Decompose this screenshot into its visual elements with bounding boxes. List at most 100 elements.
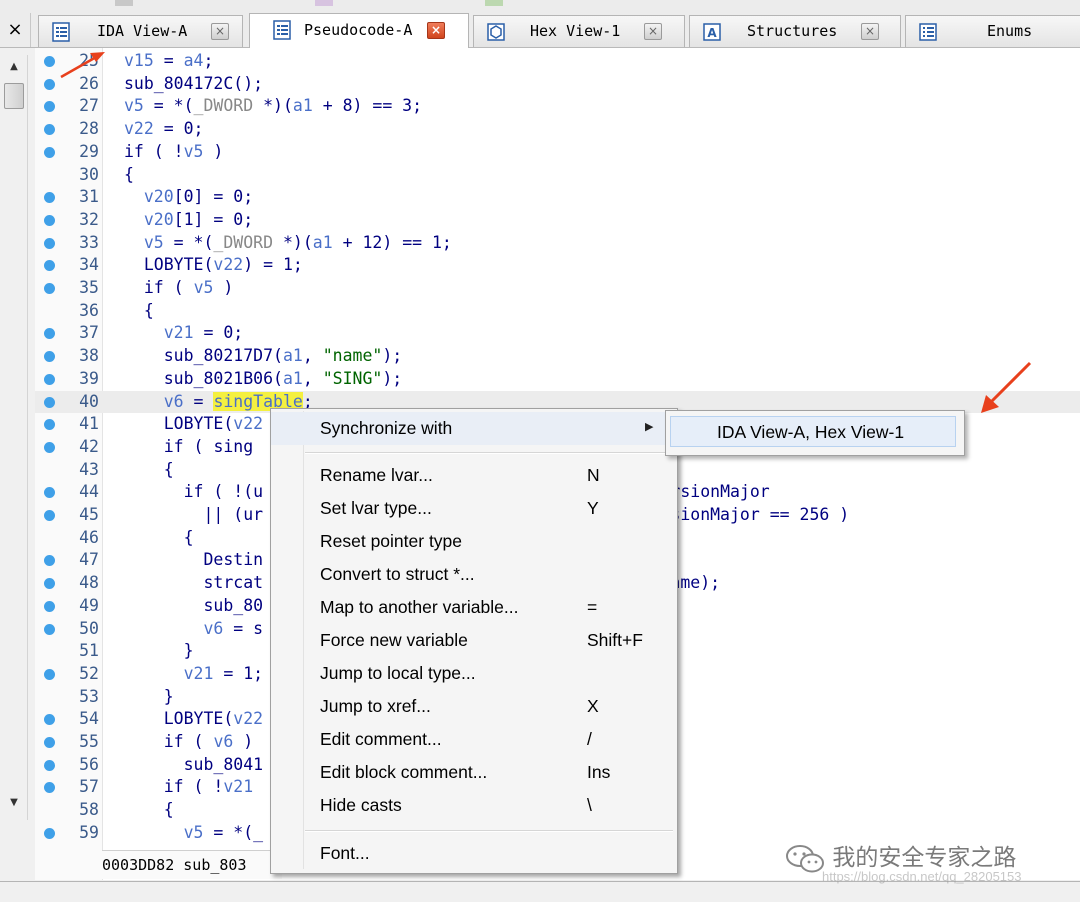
breakpoint-dot-icon[interactable] bbox=[44, 510, 55, 521]
menu-item-force-new-variable[interactable]: Force new variable Shift+F bbox=[271, 624, 677, 657]
code-text: if ( v6 ) bbox=[163, 732, 254, 751]
line-number: 46 bbox=[79, 527, 99, 547]
breakpoint-dot-icon[interactable] bbox=[44, 578, 55, 590]
menu-item-label: Font... bbox=[320, 843, 370, 863]
menu-item-shortcut: X bbox=[587, 696, 599, 716]
menu-item-label: Force new variable bbox=[320, 630, 468, 650]
breakpoint-dot-icon[interactable] bbox=[44, 373, 55, 385]
breakpoint-dot-icon[interactable] bbox=[44, 56, 55, 67]
line-number: 42 bbox=[79, 436, 99, 456]
tab-label: Structures bbox=[747, 22, 838, 40]
toolbar-fragment bbox=[485, 0, 503, 6]
menu-item-label: Rename lvar... bbox=[320, 465, 433, 485]
code-line[interactable]: 31 v20[0] = 0; bbox=[35, 186, 1080, 209]
code-line[interactable]: 30 { bbox=[35, 164, 1080, 187]
menu-item-convert-to-struct[interactable]: Convert to struct *... bbox=[271, 558, 677, 591]
breakpoint-dot-icon[interactable] bbox=[44, 441, 55, 453]
menu-item-rename-lvar[interactable]: Rename lvar... N bbox=[271, 459, 677, 492]
menu-item-map-to-another-variable[interactable]: Map to another variable... = bbox=[271, 591, 677, 624]
breakpoint-dot-icon[interactable] bbox=[44, 827, 55, 839]
menu-item-label: Jump to local type... bbox=[320, 663, 476, 683]
breakpoint-dot-icon[interactable] bbox=[44, 759, 55, 771]
breakpoint-dot-icon[interactable] bbox=[44, 101, 55, 113]
scroll-up-icon[interactable]: ▲ bbox=[4, 61, 24, 75]
menu-item-font[interactable]: Font... bbox=[271, 837, 677, 870]
scroll-thumb[interactable] bbox=[4, 83, 24, 109]
breakpoint-dot-icon[interactable] bbox=[44, 668, 55, 680]
close-panel-button[interactable]: × bbox=[0, 13, 31, 47]
menu-item-synchronize-with[interactable]: Synchronize with ▶ bbox=[271, 412, 677, 445]
code-line[interactable]: 33 v5 = *(_DWORD *)(a1 + 12) == 1; bbox=[35, 232, 1080, 255]
tab-hex-view-1[interactable]: Hex View-1 × bbox=[473, 15, 685, 47]
tab-ida-view-a[interactable]: IDA View-A × bbox=[38, 15, 243, 47]
menu-item-shortcut: \ bbox=[587, 795, 592, 815]
code-line[interactable]: 37 v21 = 0; bbox=[35, 322, 1080, 345]
breakpoint-dot-icon[interactable] bbox=[44, 192, 55, 204]
tab-label: Enums bbox=[987, 22, 1033, 40]
breakpoint-dot-icon[interactable] bbox=[44, 623, 55, 635]
breakpoint-dot-icon[interactable] bbox=[44, 328, 55, 340]
menu-item-edit-comment[interactable]: Edit comment... / bbox=[271, 723, 677, 756]
line-number: 53 bbox=[79, 686, 99, 706]
code-line[interactable]: 34 LOBYTE(v22) = 1; bbox=[35, 254, 1080, 277]
code-line[interactable]: 28 v22 = 0; bbox=[35, 118, 1080, 141]
breakpoint-dot-icon[interactable] bbox=[44, 78, 55, 90]
breakpoint-dot-icon[interactable] bbox=[44, 396, 55, 408]
line-number: 57 bbox=[79, 777, 99, 797]
breakpoint-dot-icon[interactable] bbox=[44, 214, 55, 226]
breakpoint-dot-icon[interactable] bbox=[44, 487, 55, 499]
code-line[interactable]: 29 if ( !v5 ) bbox=[35, 141, 1080, 164]
code-line[interactable]: 36 { bbox=[35, 300, 1080, 323]
menu-item-shortcut: Ins bbox=[587, 762, 611, 782]
tab-close-button[interactable]: × bbox=[861, 23, 879, 40]
menu-item-shortcut: / bbox=[587, 729, 592, 749]
code-line[interactable]: 26 sub_804172C(); bbox=[35, 73, 1080, 96]
menu-item-jump-to-xref[interactable]: Jump to xref... X bbox=[271, 690, 677, 723]
vertical-scrollbar[interactable]: ▲ ▼ bbox=[0, 55, 28, 820]
code-text: sub_804172C(); bbox=[124, 73, 264, 93]
code-line[interactable]: 39 sub_8021B06(a1, "SING"); bbox=[35, 368, 1080, 391]
code-text: sub_8021B06(a1, "SING"); bbox=[163, 368, 403, 388]
breakpoint-dot-icon[interactable] bbox=[44, 737, 55, 748]
code-line[interactable]: 32 v20[1] = 0; bbox=[35, 209, 1080, 232]
code-line[interactable]: 35 if ( v5 ) bbox=[35, 277, 1080, 300]
toolbar-fragment bbox=[115, 0, 133, 6]
menu-item-label: Set lvar type... bbox=[320, 498, 432, 518]
tab-close-button[interactable]: × bbox=[427, 22, 445, 39]
breakpoint-dot-icon[interactable] bbox=[44, 555, 55, 567]
breakpoint-dot-icon[interactable] bbox=[44, 260, 55, 272]
code-line[interactable]: 27 v5 = *(_DWORD *)(a1 + 8) == 3; bbox=[35, 95, 1080, 118]
breakpoint-dot-icon[interactable] bbox=[44, 351, 55, 363]
breakpoint-dot-icon[interactable] bbox=[44, 283, 55, 294]
breakpoint-dot-icon[interactable] bbox=[44, 782, 55, 794]
breakpoint-dot-icon[interactable] bbox=[44, 237, 55, 249]
menu-item-edit-block-comment[interactable]: Edit block comment... Ins bbox=[271, 756, 677, 789]
toolbar-fragment bbox=[315, 0, 333, 6]
tab-pseudocode-a[interactable]: Pseudocode-A × bbox=[249, 13, 469, 48]
menu-separator bbox=[305, 830, 673, 832]
breakpoint-dot-icon[interactable] bbox=[44, 419, 55, 431]
breakpoint-dot-icon[interactable] bbox=[44, 714, 55, 726]
tab-close-button[interactable]: × bbox=[211, 23, 229, 40]
code-text: v21 = 1; bbox=[183, 663, 264, 683]
tab-structures[interactable]: A Structures × bbox=[689, 15, 901, 47]
tab-enums[interactable]: Enums bbox=[905, 15, 1080, 47]
annotation-arrow-icon bbox=[60, 52, 105, 79]
menu-item-reset-pointer-type[interactable]: Reset pointer type bbox=[271, 525, 677, 558]
status-bar: 0003DD82 sub_803 bbox=[102, 850, 282, 879]
submenu-item-ida-view-hex-view[interactable]: IDA View-A, Hex View-1 bbox=[670, 416, 956, 447]
code-line[interactable]: 25v15 = a4; bbox=[35, 50, 1080, 73]
breakpoint-dot-icon[interactable] bbox=[44, 600, 55, 612]
code-line[interactable]: 38 sub_80217D7(a1, "name"); bbox=[35, 345, 1080, 368]
menu-item-hide-casts[interactable]: Hide casts \ bbox=[271, 789, 677, 822]
window-top-strip bbox=[0, 0, 1080, 13]
breakpoint-dot-icon[interactable] bbox=[44, 124, 55, 136]
watermark-text: 我的安全专家之路 bbox=[832, 845, 1017, 871]
scroll-down-icon[interactable]: ▼ bbox=[4, 797, 24, 811]
line-number: 49 bbox=[79, 595, 99, 615]
menu-item-set-lvar-type[interactable]: Set lvar type... Y bbox=[271, 492, 677, 525]
menu-item-jump-to-local-type[interactable]: Jump to local type... bbox=[271, 657, 677, 690]
tab-close-button[interactable]: × bbox=[644, 23, 662, 40]
code-text: if ( sing bbox=[163, 436, 254, 456]
breakpoint-dot-icon[interactable] bbox=[44, 146, 55, 158]
